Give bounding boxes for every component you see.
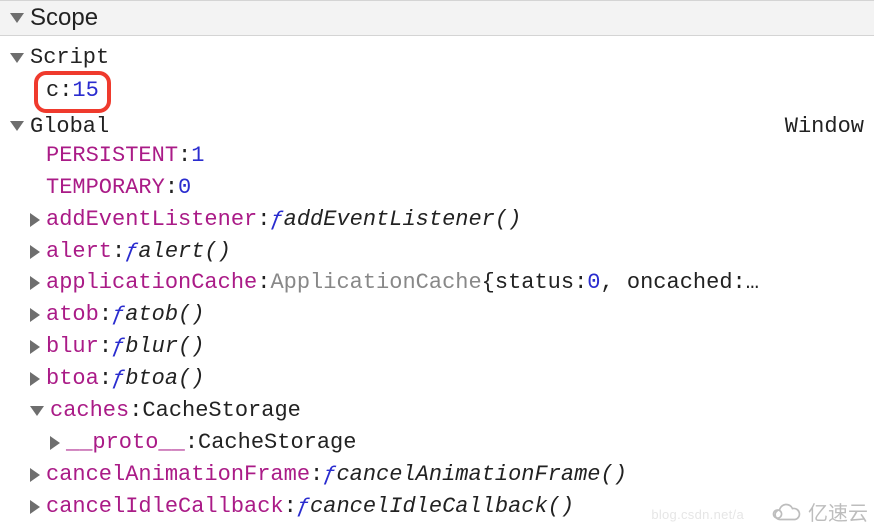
function-signature: atob() bbox=[125, 299, 204, 331]
var-name: c bbox=[46, 75, 59, 107]
function-keyword: ƒ bbox=[112, 331, 125, 363]
property-name: __proto__ bbox=[66, 427, 185, 459]
property-row[interactable]: atob: ƒ atob() bbox=[0, 299, 874, 331]
chevron-right-icon bbox=[30, 308, 40, 322]
script-label: Script bbox=[30, 45, 109, 70]
var-value: 15 bbox=[72, 75, 98, 107]
watermark-text: 亿速云 bbox=[808, 497, 868, 526]
constant-row[interactable]: PERSISTENT: 1 bbox=[0, 140, 874, 172]
chevron-right-icon bbox=[30, 245, 40, 259]
child-property-row[interactable]: __proto__: CacheStorage bbox=[0, 427, 874, 459]
constant-row[interactable]: TEMPORARY: 0 bbox=[0, 172, 874, 204]
inline-prop: status bbox=[495, 267, 574, 299]
property-row[interactable]: addEventListener: ƒ addEventListener() bbox=[0, 204, 874, 236]
property-name: atob bbox=[46, 299, 99, 331]
chevron-right-icon bbox=[50, 436, 60, 450]
function-signature: cancelIdleCallback() bbox=[310, 491, 574, 523]
function-keyword: ƒ bbox=[270, 204, 283, 236]
chevron-down-icon bbox=[10, 53, 24, 63]
property-row[interactable]: blur: ƒ blur() bbox=[0, 331, 874, 363]
property-name: blur bbox=[46, 331, 99, 363]
chevron-down-icon bbox=[30, 406, 44, 416]
property-name: cancelAnimationFrame bbox=[46, 459, 310, 491]
scope-title: Scope bbox=[30, 4, 98, 32]
function-signature: addEventListener() bbox=[284, 204, 522, 236]
global-label: Global bbox=[30, 114, 109, 139]
property-row[interactable]: cancelAnimationFrame: ƒ cancelAnimationF… bbox=[0, 459, 874, 491]
faint-watermark: blog.csdn.net/a bbox=[651, 507, 744, 522]
property-row[interactable]: caches: CacheStorage bbox=[0, 395, 874, 427]
chevron-down-icon bbox=[10, 121, 24, 131]
chevron-right-icon bbox=[30, 372, 40, 386]
function-keyword: ƒ bbox=[125, 236, 138, 268]
watermark: 亿速云 bbox=[768, 497, 868, 526]
property-row[interactable]: alert: ƒ alert() bbox=[0, 236, 874, 268]
property-row[interactable]: btoa: ƒ btoa() bbox=[0, 363, 874, 395]
property-name: alert bbox=[46, 236, 112, 268]
property-name: TEMPORARY bbox=[46, 172, 165, 204]
chevron-down-icon bbox=[10, 13, 24, 23]
inline-tail: , oncached:… bbox=[601, 267, 759, 299]
scope-header[interactable]: Scope bbox=[0, 0, 874, 36]
script-section[interactable]: Script bbox=[0, 44, 874, 71]
property-name: cancelIdleCallback bbox=[46, 491, 284, 523]
function-signature: btoa() bbox=[125, 363, 204, 395]
chevron-right-icon bbox=[30, 500, 40, 514]
function-keyword: ƒ bbox=[297, 491, 310, 523]
chevron-right-icon bbox=[30, 213, 40, 227]
global-section[interactable]: Global Window bbox=[0, 113, 874, 140]
property-row[interactable]: applicationCache: ApplicationCache {stat… bbox=[0, 267, 874, 299]
function-signature: alert() bbox=[138, 236, 230, 268]
chevron-right-icon bbox=[30, 340, 40, 354]
function-keyword: ƒ bbox=[323, 459, 336, 491]
property-name: caches bbox=[50, 395, 129, 427]
function-signature: cancelAnimationFrame() bbox=[336, 459, 626, 491]
object-constructor: CacheStorage bbox=[198, 427, 356, 459]
function-signature: blur() bbox=[125, 331, 204, 363]
object-constructor: CacheStorage bbox=[142, 395, 300, 427]
highlight-box: c: 15 bbox=[34, 71, 111, 113]
script-var-row[interactable]: c: 15 bbox=[0, 71, 874, 113]
object-constructor: ApplicationCache bbox=[270, 267, 481, 299]
property-name: addEventListener bbox=[46, 204, 257, 236]
property-value: 0 bbox=[178, 172, 191, 204]
property-value: 1 bbox=[191, 140, 204, 172]
chevron-right-icon bbox=[30, 468, 40, 482]
function-keyword: ƒ bbox=[112, 299, 125, 331]
property-name: PERSISTENT bbox=[46, 140, 178, 172]
function-keyword: ƒ bbox=[112, 363, 125, 395]
chevron-right-icon bbox=[30, 276, 40, 290]
global-constructor: Window bbox=[785, 114, 864, 139]
cloud-icon bbox=[768, 501, 802, 523]
property-name: btoa bbox=[46, 363, 99, 395]
property-name: applicationCache bbox=[46, 267, 257, 299]
inline-val: 0 bbox=[587, 267, 600, 299]
